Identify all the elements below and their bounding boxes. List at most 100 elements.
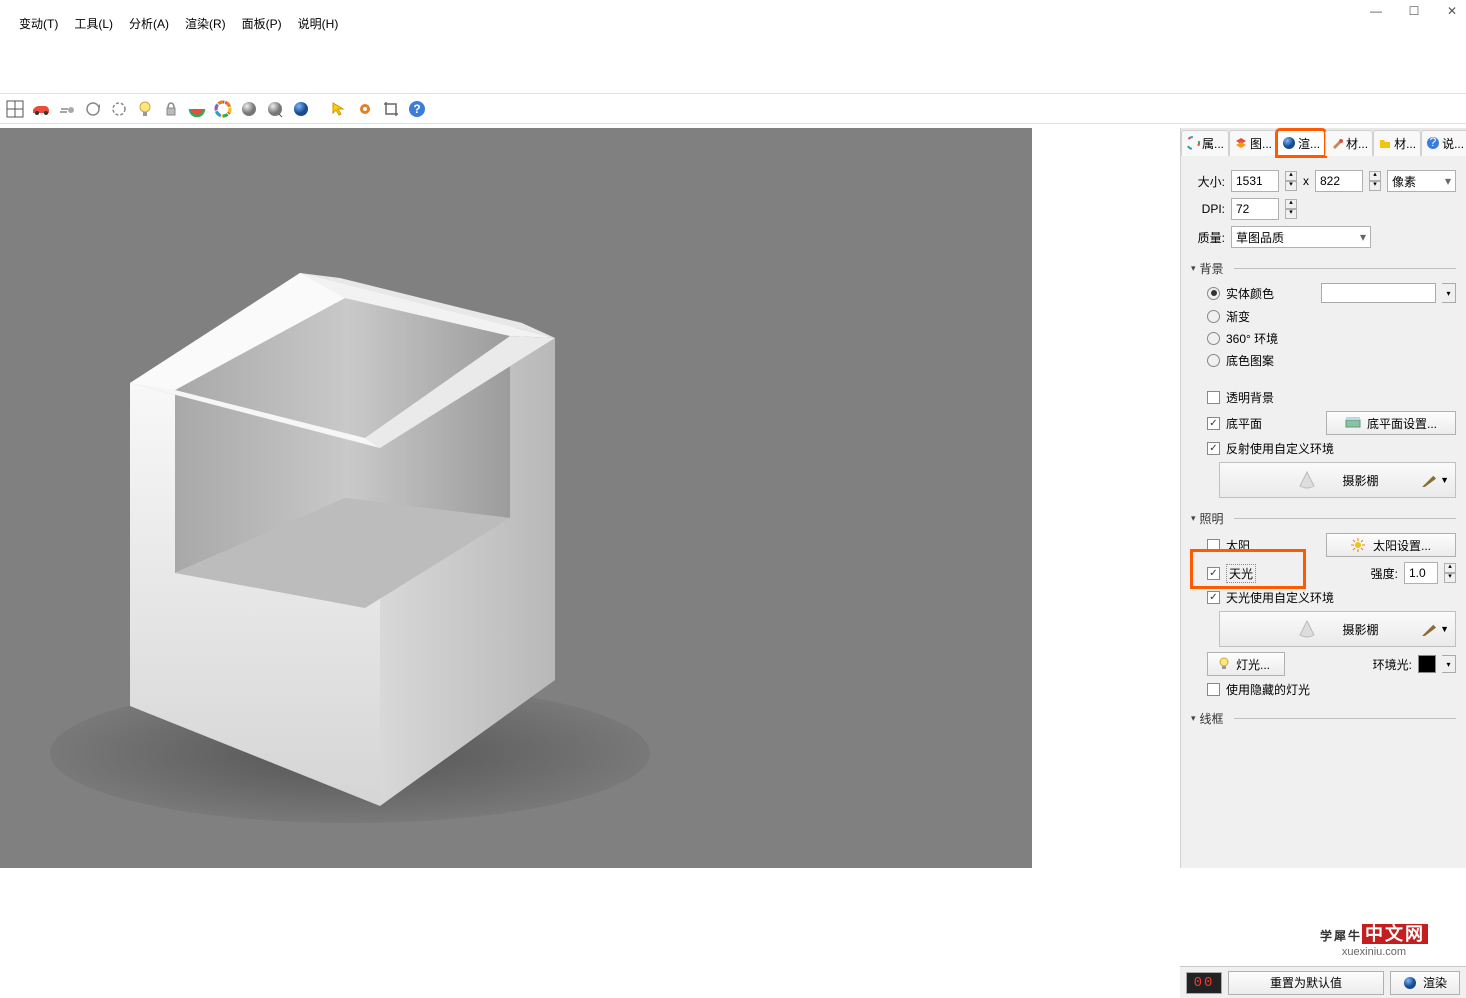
lights-button[interactable]: 灯光...	[1207, 652, 1285, 676]
section-title: 照明	[1200, 510, 1224, 527]
check-label: 太阳	[1226, 537, 1250, 554]
button-label: 底平面设置...	[1367, 415, 1437, 432]
bg-solid-radio[interactable]: 实体颜色 ▾	[1207, 283, 1456, 303]
quality-value: 草图品质	[1236, 229, 1284, 246]
cursor-star-icon[interactable]	[327, 97, 351, 121]
bulb-icon[interactable]	[133, 97, 157, 121]
gear-orange-icon[interactable]	[353, 97, 377, 121]
circle-dash-icon[interactable]	[107, 97, 131, 121]
lock-icon[interactable]	[159, 97, 183, 121]
watermark-sub: xuexiniu.com	[1320, 946, 1428, 958]
x-label: x	[1303, 174, 1309, 188]
height-input[interactable]	[1315, 170, 1363, 192]
ambient-swatch[interactable]	[1418, 655, 1436, 673]
skylight-check[interactable]	[1207, 567, 1220, 580]
sun-settings-button[interactable]: 太阳设置...	[1326, 533, 1456, 557]
height-spinner[interactable]: ▴▾	[1369, 171, 1381, 191]
progress-display: 00	[1186, 972, 1222, 994]
radio-icon	[1207, 332, 1220, 345]
quality-label: 质量:	[1191, 229, 1225, 246]
tab-label: 图...	[1250, 135, 1272, 152]
dpi-spinner[interactable]: ▴▾	[1285, 199, 1297, 219]
tab-properties[interactable]: 属...	[1181, 130, 1229, 156]
groundplane-check[interactable]	[1207, 417, 1220, 430]
render-button[interactable]: 渲染	[1390, 971, 1460, 995]
bg-gradient-radio[interactable]: 渐变	[1207, 308, 1456, 325]
watermelon-icon[interactable]	[185, 97, 209, 121]
groundplane-row: 底平面 底平面设置...	[1207, 411, 1456, 435]
bg-wallpaper-radio[interactable]: 底色图案	[1207, 352, 1456, 369]
tab-layers[interactable]: 图...	[1229, 130, 1277, 156]
skylight-custom-check[interactable]: 天光使用自定义环境	[1207, 589, 1456, 606]
sphere-blue-icon[interactable]	[289, 97, 313, 121]
unit-select[interactable]: 像素	[1387, 170, 1456, 192]
intensity-input[interactable]	[1404, 562, 1438, 584]
button-label: 重置为默认值	[1270, 974, 1342, 991]
tab-help[interactable]: ?说...	[1421, 130, 1466, 156]
tab-render[interactable]: 渲...	[1277, 130, 1325, 156]
window-controls: — ☐ ✕	[1368, 3, 1460, 19]
intensity-spinner[interactable]: ▴▾	[1444, 563, 1456, 583]
tab-library[interactable]: 材...	[1373, 130, 1421, 156]
width-input[interactable]	[1231, 170, 1279, 192]
circle-arrow-icon[interactable]	[81, 97, 105, 121]
tab-materials[interactable]: 材...	[1325, 130, 1373, 156]
bulb-small-icon	[1218, 657, 1230, 671]
menu-tools[interactable]: 工具(L)	[67, 12, 120, 35]
swatch-dropdown[interactable]: ▾	[1442, 283, 1456, 303]
help-icon[interactable]: ?	[405, 97, 429, 121]
minimize-button[interactable]: —	[1368, 3, 1384, 19]
reflect-custom-check[interactable]: 反射使用自定义环境	[1207, 440, 1456, 457]
tab-label: 渲...	[1298, 135, 1320, 152]
bg-color-swatch[interactable]	[1321, 283, 1436, 303]
watermark-main: 学犀牛	[1320, 929, 1362, 943]
sun-check[interactable]	[1207, 539, 1220, 552]
car-icon[interactable]	[29, 97, 53, 121]
menu-analyze[interactable]: 分析(A)	[122, 12, 176, 35]
wireframe-header[interactable]: 线框	[1191, 710, 1456, 727]
env-dropdown[interactable]: ▼	[1422, 622, 1449, 636]
skylight-env-box[interactable]: 摄影棚 ▼	[1219, 611, 1456, 647]
dpi-input[interactable]	[1231, 198, 1279, 220]
pencil-icon	[1422, 473, 1436, 487]
viewport[interactable]	[0, 128, 1032, 868]
ambient-dropdown[interactable]: ▾	[1442, 655, 1456, 673]
color-wheel-icon[interactable]	[211, 97, 235, 121]
width-spinner[interactable]: ▴▾	[1285, 171, 1297, 191]
background-header[interactable]: 背景	[1191, 260, 1456, 277]
reset-defaults-button[interactable]: 重置为默认值	[1228, 971, 1384, 995]
render-bottom-bar: 00 重置为默认值 渲染	[1180, 966, 1466, 998]
reflection-env-box[interactable]: 摄影棚 ▼	[1219, 462, 1456, 498]
quality-select[interactable]: 草图品质	[1231, 226, 1371, 248]
radio-label: 底色图案	[1226, 352, 1274, 369]
menu-panels[interactable]: 面板(P)	[235, 12, 289, 35]
folder-icon	[1378, 136, 1392, 150]
bg-360-radio[interactable]: 360° 环境	[1207, 330, 1456, 347]
menu-help[interactable]: 说明(H)	[291, 12, 346, 35]
menu-render[interactable]: 渲染(R)	[178, 12, 233, 35]
quality-row: 质量: 草图品质	[1191, 226, 1456, 248]
svg-text:?: ?	[1430, 136, 1437, 149]
close-button[interactable]: ✕	[1444, 3, 1460, 19]
layers-icon	[1234, 136, 1248, 150]
lights-row: 灯光... 环境光: ▾	[1207, 652, 1456, 676]
grid-icon[interactable]	[3, 97, 27, 121]
ambient-label: 环境光:	[1373, 656, 1412, 673]
command-area	[0, 36, 1466, 94]
hidden-lights-check[interactable]: 使用隐藏的灯光	[1207, 681, 1456, 698]
transparent-bg-check[interactable]: 透明背景	[1207, 389, 1456, 406]
crop-icon[interactable]	[379, 97, 403, 121]
menu-transform[interactable]: 变动(T)	[12, 12, 65, 35]
lighting-header[interactable]: 照明	[1191, 510, 1456, 527]
help-small-icon: ?	[1426, 136, 1440, 150]
motion-icon[interactable]	[55, 97, 79, 121]
intensity-label: 强度:	[1371, 565, 1398, 582]
env-dropdown[interactable]: ▼	[1422, 473, 1449, 487]
maximize-button[interactable]: ☐	[1406, 3, 1422, 19]
sphere-gray2-icon[interactable]	[263, 97, 287, 121]
sphere-gray-icon[interactable]	[237, 97, 261, 121]
radio-label: 渐变	[1226, 308, 1250, 325]
dpi-label: DPI:	[1191, 202, 1225, 216]
radio-icon	[1207, 287, 1220, 300]
groundplane-settings-button[interactable]: 底平面设置...	[1326, 411, 1456, 435]
